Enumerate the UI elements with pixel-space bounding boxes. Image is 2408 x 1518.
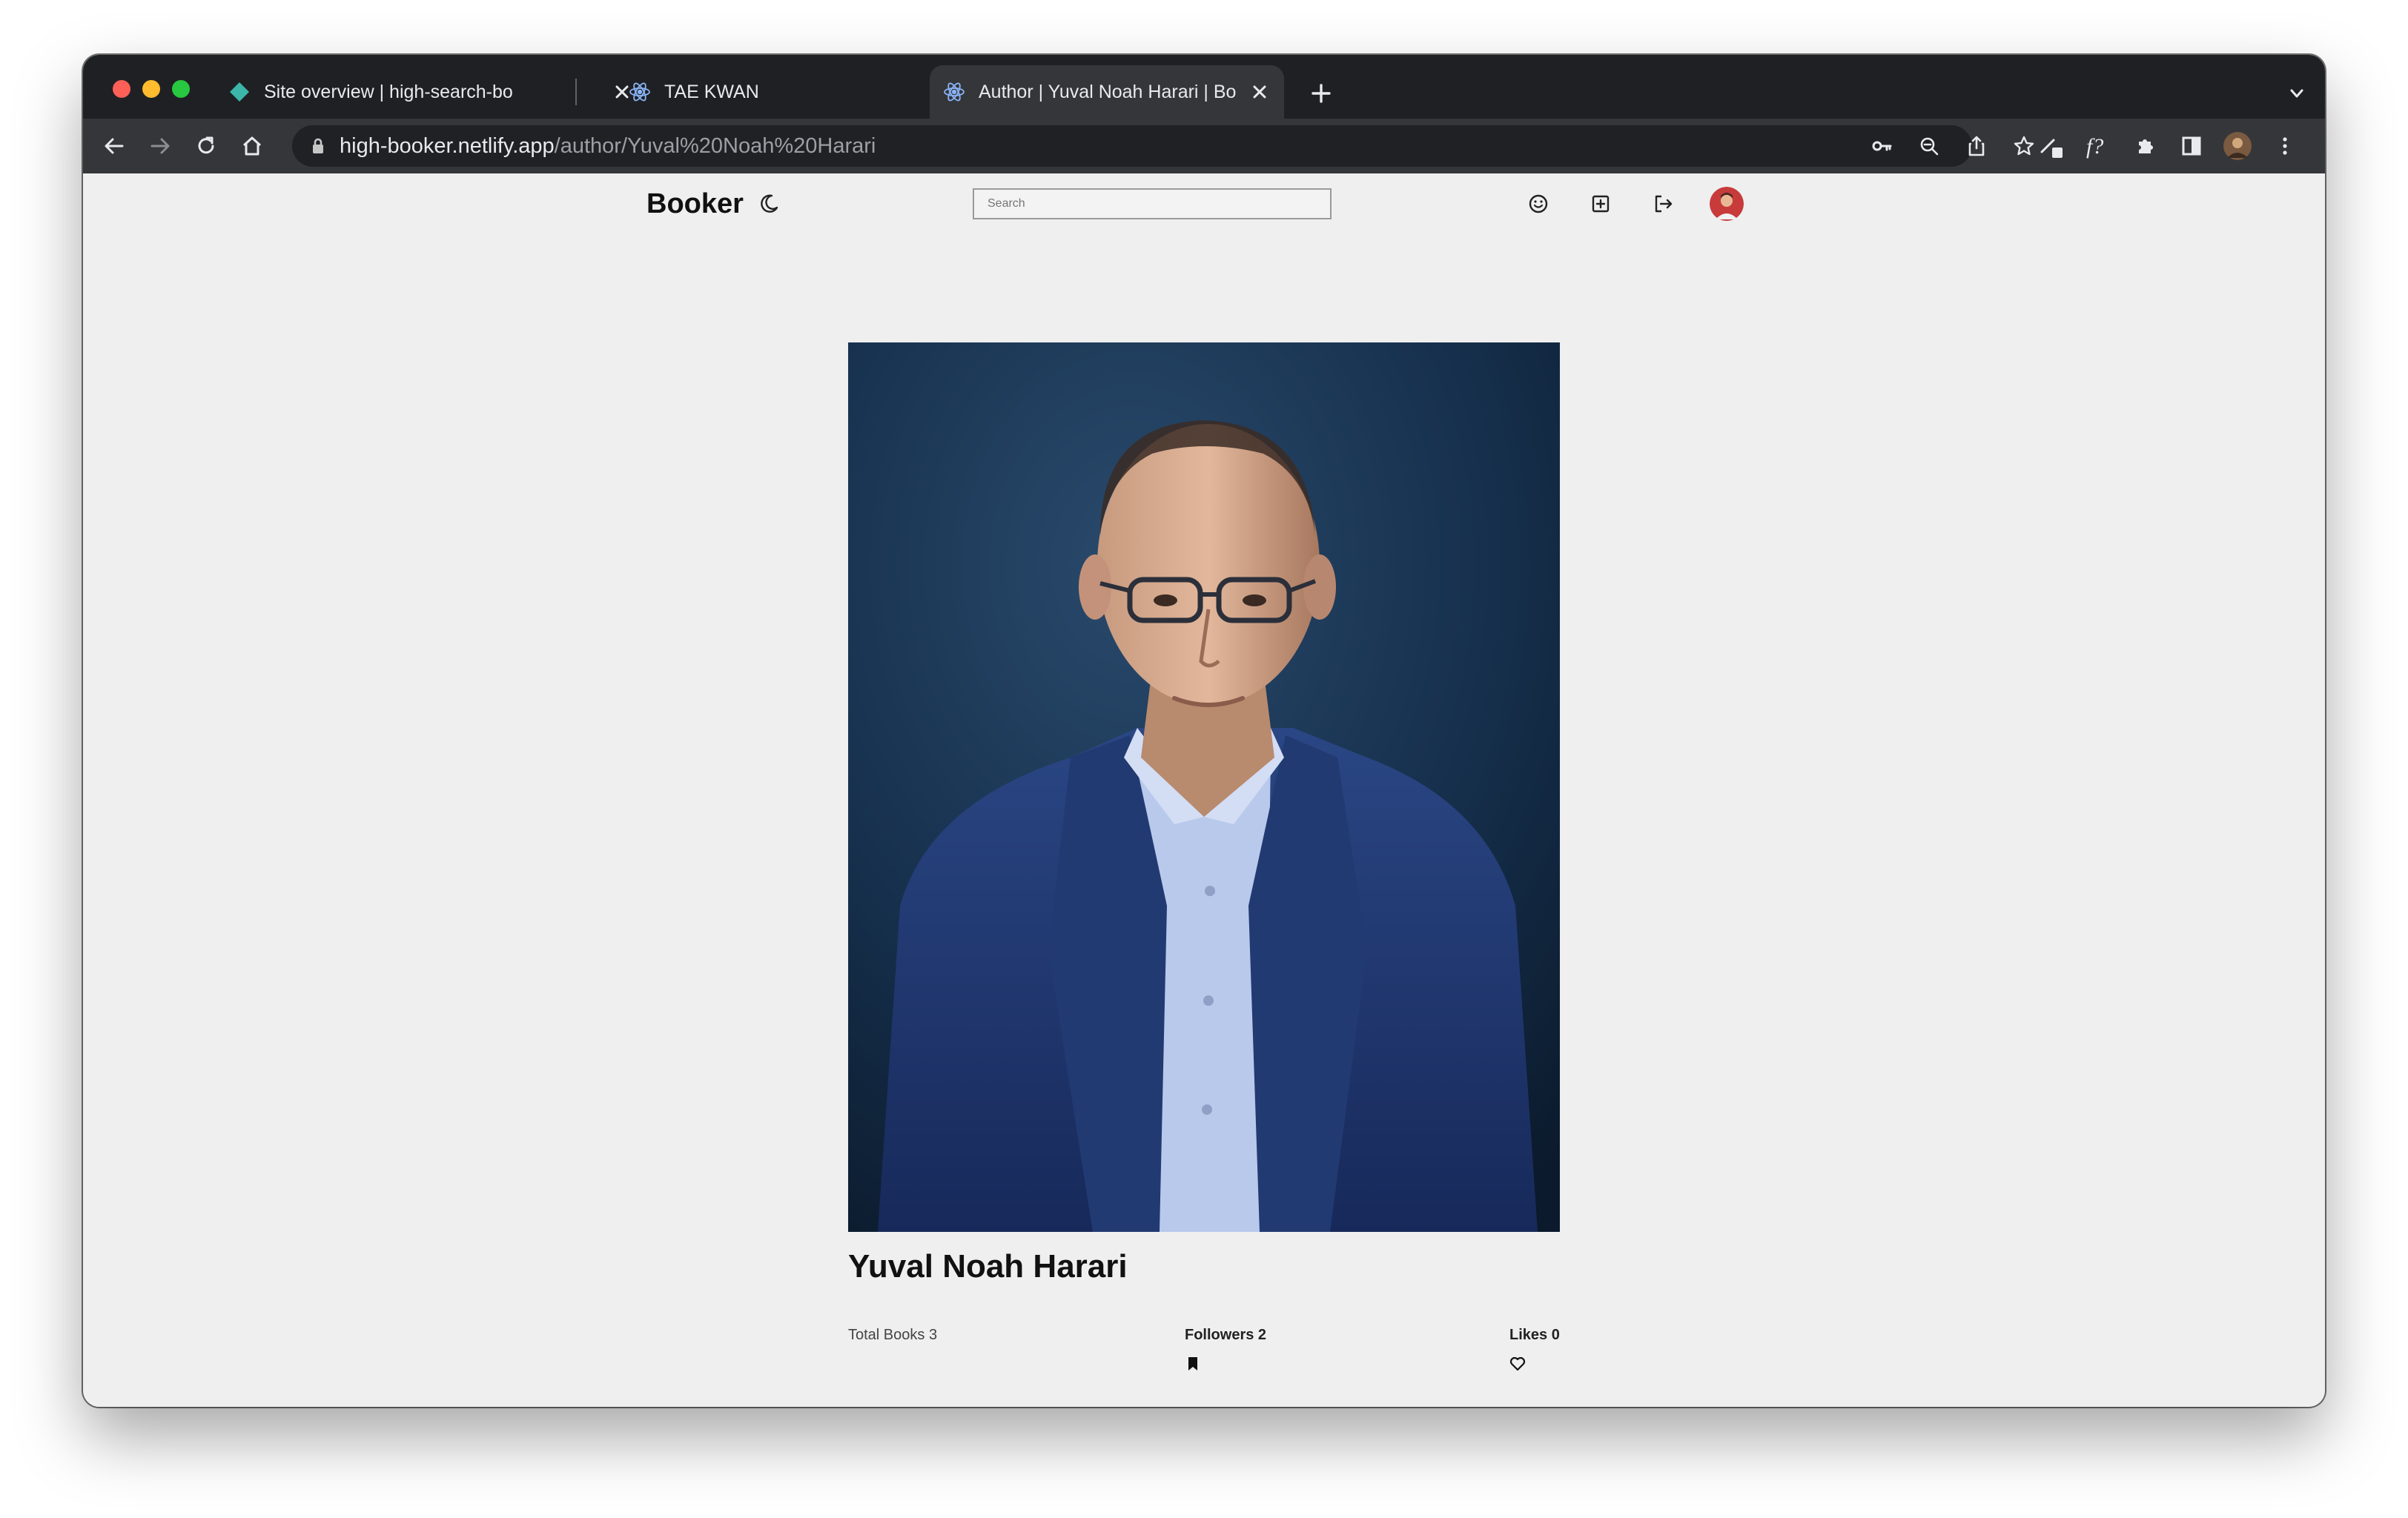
- home-button[interactable]: [236, 130, 268, 162]
- browser-window: Site overview | high-search-bo TAE KWAN …: [83, 55, 2325, 1407]
- react-atom-icon: [943, 81, 965, 103]
- tab-title: Author | Yuval Noah Harari | Bo: [979, 81, 1237, 102]
- url-path: /author/Yuval%20Noah%20Harari: [554, 133, 876, 158]
- author-photo: [848, 342, 1560, 1232]
- smiley-icon: [1529, 194, 1548, 213]
- brand-logo[interactable]: Booker: [646, 188, 744, 220]
- tab-title: TAE KWAN: [664, 81, 759, 102]
- tab-strip: Site overview | high-search-bo TAE KWAN …: [83, 55, 2325, 119]
- dark-mode-toggle[interactable]: [756, 191, 781, 216]
- forward-button[interactable]: [144, 130, 176, 162]
- new-tab-button[interactable]: [1305, 77, 1337, 110]
- smiley-button[interactable]: [1524, 190, 1552, 218]
- address-bar[interactable]: high-booker.netlify.app/author/Yuval%20N…: [292, 125, 2034, 167]
- svg-text:f?: f?: [2086, 134, 2103, 159]
- plus-icon: [1312, 84, 1331, 103]
- home-icon: [242, 136, 262, 156]
- profile-avatar-icon[interactable]: [2221, 130, 2254, 162]
- lock-icon[interactable]: [308, 136, 328, 156]
- browser-toolbar: high-booker.netlify.app/author/Yuval%20N…: [83, 119, 2325, 173]
- page-content: Booker Search Yuval Noah Harari Total Bo…: [83, 173, 2325, 1407]
- formula-extension-icon[interactable]: f?: [2083, 130, 2116, 162]
- bookmark-icon[interactable]: [1185, 1355, 1201, 1373]
- browser-menu-button[interactable]: [2269, 130, 2301, 162]
- add-square-icon: [1592, 195, 1610, 213]
- arrow-right-icon: [150, 138, 170, 154]
- author-name: Yuval Noah Harari: [848, 1248, 1128, 1285]
- zoom-out-icon[interactable]: [1913, 130, 1945, 162]
- url-host: high-booker.netlify.app: [340, 133, 555, 158]
- react-atom-icon: [629, 81, 651, 103]
- reload-button[interactable]: [190, 130, 222, 162]
- reload-icon: [198, 136, 214, 154]
- chevron-down-icon: [2290, 89, 2303, 98]
- logout-icon: [1655, 195, 1673, 213]
- minimize-window-button[interactable]: [142, 80, 160, 98]
- key-icon[interactable]: [1865, 130, 1898, 162]
- back-button[interactable]: [98, 130, 130, 162]
- followers-stat: Followers 2: [1185, 1327, 1267, 1343]
- likes-stat: Likes 0: [1509, 1327, 1560, 1343]
- total-books-stat: Total Books 3: [848, 1327, 938, 1343]
- kebab-menu-icon: [2283, 137, 2287, 155]
- add-book-button[interactable]: [1587, 190, 1615, 218]
- pen-extension-icon[interactable]: [2036, 130, 2068, 162]
- tab-author-active[interactable]: Author | Yuval Noah Harari | Bo: [930, 65, 1284, 119]
- tab-tae-kwan[interactable]: TAE KWAN: [550, 65, 980, 119]
- logout-button[interactable]: [1649, 190, 1677, 218]
- zoom-window-button[interactable]: [172, 80, 190, 98]
- user-avatar[interactable]: [1710, 187, 1744, 221]
- heart-icon[interactable]: [1509, 1355, 1526, 1373]
- moon-icon: [761, 194, 778, 213]
- close-icon[interactable]: [1248, 81, 1271, 103]
- share-icon[interactable]: [1960, 130, 1993, 162]
- arrow-left-icon: [105, 138, 124, 154]
- tab-search-button[interactable]: [2282, 79, 2312, 108]
- search-input[interactable]: [973, 188, 1332, 219]
- netlify-diamond-icon: [228, 81, 251, 103]
- extensions-puzzle-icon[interactable]: [2129, 130, 2162, 162]
- close-window-button[interactable]: [113, 80, 130, 98]
- side-panel-icon[interactable]: [2175, 130, 2208, 162]
